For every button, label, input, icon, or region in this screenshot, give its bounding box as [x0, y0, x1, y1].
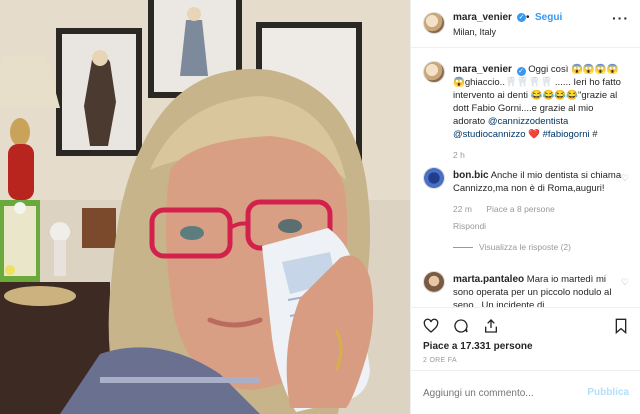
comment-icon[interactable]: [453, 318, 469, 334]
verified-badge-icon: ✓: [516, 67, 526, 76]
heart-icon[interactable]: [423, 318, 439, 334]
avatar[interactable]: [423, 12, 445, 34]
publish-button[interactable]: Pubblica: [587, 387, 629, 398]
red-heart-emoji: ❤️: [528, 129, 540, 140]
comment-likes[interactable]: Piace a 8 persone: [486, 204, 555, 214]
post-header: mara_venier ✓ • Segui Milan, Italy ···: [411, 0, 640, 48]
separator-dot: •: [526, 12, 530, 23]
like-comment-icon[interactable]: ♡: [621, 173, 629, 184]
caption-meta: 2 h: [453, 149, 625, 162]
reply-button[interactable]: Rispondi: [453, 221, 486, 231]
comment-input[interactable]: [423, 385, 583, 401]
comment-body: bon.bic Anche il mio dentista si chiama …: [453, 169, 625, 254]
comment-body: marta.pantaleo Mara io martedì mi sono o…: [453, 273, 625, 307]
ellipsis-icon[interactable]: ···: [612, 10, 629, 26]
comment-form: Pubblica: [411, 370, 640, 414]
comment-username[interactable]: marta.pantaleo: [453, 274, 524, 285]
post-photo[interactable]: [0, 0, 410, 414]
comment-avatar[interactable]: [423, 271, 445, 293]
view-replies-button[interactable]: Visualizza le risposte (2): [453, 241, 625, 254]
caption-avatar[interactable]: [423, 61, 445, 83]
comment-avatar[interactable]: [423, 167, 445, 189]
post-location[interactable]: Milan, Italy: [453, 27, 496, 37]
comment-time[interactable]: 22 m: [453, 204, 472, 214]
caption-body: mara_venier ✓ Oggi così 😱😱😱😱😱ghiaccio..🦷…: [453, 63, 625, 162]
caption-username[interactable]: mara_venier: [453, 64, 512, 75]
bookmark-icon[interactable]: [613, 318, 629, 334]
post-panel: mara_venier ✓ • Segui Milan, Italy ··· m…: [410, 0, 640, 414]
caption-time[interactable]: 2 h: [453, 150, 465, 160]
caption-tail: #: [589, 129, 598, 140]
follow-button[interactable]: Segui: [535, 12, 562, 23]
post-time[interactable]: 2 ORE FA: [423, 357, 457, 364]
view-replies-label: Visualizza le risposte (2): [479, 242, 571, 252]
comment-username[interactable]: bon.bic: [453, 170, 489, 181]
mention-link[interactable]: @studiocannizzo: [453, 129, 526, 140]
share-icon[interactable]: [483, 318, 499, 334]
verified-badge-icon: ✓: [517, 13, 526, 22]
likes-count[interactable]: Piace a 17.331 persone: [423, 341, 533, 352]
post-username[interactable]: mara_venier: [453, 12, 512, 23]
comment-meta: 22 m Piace a 8 persone Rispondi: [453, 203, 625, 233]
mention-link[interactable]: @cannizzodentista: [488, 116, 568, 127]
divider-line: [453, 247, 473, 249]
comments-list: mara_venier ✓ Oggi così 😱😱😱😱😱ghiaccio..🦷…: [411, 49, 640, 307]
hashtag-link[interactable]: #fabiogorni: [543, 129, 590, 140]
like-comment-icon[interactable]: ♡: [621, 277, 629, 288]
photo-illustration: [0, 0, 410, 414]
